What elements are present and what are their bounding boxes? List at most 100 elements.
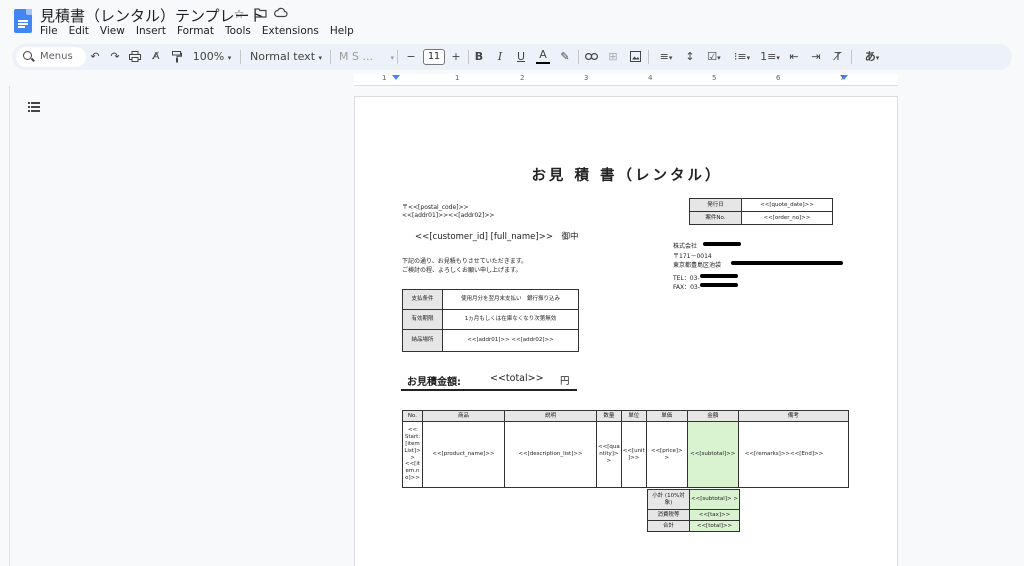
ruler-number: 2 (520, 74, 525, 82)
items-header-cell: 商品 (422, 410, 505, 422)
decrease-font-size-button[interactable]: − (405, 44, 417, 70)
search-menus-button[interactable]: Menus (16, 47, 86, 67)
left-indent-marker-icon[interactable] (392, 75, 400, 80)
insert-link-icon[interactable] (584, 44, 598, 70)
items-header-cell: 金額 (686, 410, 739, 422)
item-cell: <<[subtotal]>> (686, 421, 739, 488)
summary-value: <<[subtotal]> > (689, 489, 740, 510)
total-value: <<total>> (490, 373, 544, 384)
undo-icon[interactable]: ↶ (88, 44, 102, 70)
menu-edit[interactable]: Edit (69, 25, 89, 37)
chevron-down-icon: ▾ (227, 54, 232, 62)
ruler-number: 1 (382, 74, 387, 82)
move-folder-icon[interactable] (253, 7, 267, 21)
print-icon[interactable] (128, 44, 142, 70)
menu-file[interactable]: File (40, 25, 58, 37)
menu-view[interactable]: View (100, 25, 125, 37)
chevron-down-icon: ▾ (875, 54, 880, 62)
issue-date-label: 発行日 (689, 198, 742, 212)
terms-label: 納品場所 (402, 329, 443, 352)
insert-image-icon[interactable] (628, 44, 642, 70)
vertical-ruler[interactable] (0, 86, 10, 566)
spellcheck-icon[interactable]: A̸ (149, 44, 163, 70)
ruler-number: 5 (712, 74, 717, 82)
paint-format-icon[interactable] (170, 44, 184, 70)
terms-value: 使用月分を翌月末支払い 銀行振り込み (442, 289, 579, 310)
case-no-value: <<[order_no]>> (741, 211, 833, 225)
item-cell: <<[remarks]>><<[End]>> (737, 421, 850, 488)
align-left-icon[interactable]: ≡▾ (655, 44, 677, 70)
terms-label: 支払条件 (402, 289, 443, 310)
summary-table: 小計 (10%対象) <<[subtotal]> > 消費税等 <<[tax]>… (647, 489, 740, 532)
ruler-number: 4 (648, 74, 653, 82)
menu-help[interactable]: Help (330, 25, 354, 37)
items-header-cell: 単価 (645, 410, 688, 422)
toolbar: Menus ↶ ↷ A̸ 100% ▾ Normal text ▾ M S ..… (12, 44, 1012, 70)
document-outline-icon[interactable] (28, 102, 40, 112)
bulleted-list-icon[interactable]: ⁝≡▾ (730, 44, 754, 70)
font-select[interactable]: M S ... ▾ (339, 44, 399, 70)
line-spacing-icon[interactable]: ↕ (682, 44, 698, 70)
company-postal: 〒171－0014 (673, 253, 712, 260)
redaction-mark (703, 242, 741, 246)
items-header-cell: No. (402, 410, 423, 422)
company-name: 株式会社 (673, 243, 698, 250)
document-title[interactable]: 見積書（レンタル）テンプレート (40, 5, 265, 26)
clear-formatting-icon[interactable]: T̸ (831, 44, 845, 70)
terms-value: <<[addr01]>> <<[addr02]>> (442, 329, 579, 352)
add-comment-icon[interactable]: ⊞ (606, 44, 620, 70)
document-page[interactable]: お見 積 書（レンタル） 〒<<[postal_code]>> <<[addr0… (354, 96, 898, 566)
italic-button[interactable]: I (493, 44, 507, 70)
underline-button[interactable]: U (514, 44, 528, 70)
zoom-select[interactable]: 100% ▾ (192, 44, 232, 70)
items-table: No. 商品 説明 数量 単位 単価 金額 備考 << Start: [item… (402, 410, 850, 488)
decrease-indent-icon[interactable]: ⇤ (787, 44, 801, 70)
menu-extensions[interactable]: Extensions (262, 25, 319, 37)
summary-value: <<[total]>> (689, 520, 740, 532)
menu-format[interactable]: Format (177, 25, 214, 37)
terms-value: 1ヵ月もしくは在庫なくなり次第無効 (442, 309, 579, 330)
style-select[interactable]: Normal text ▾ (250, 44, 326, 70)
title-bar: 見積書（レンタル）テンプレート ☆ File Edit View Insert … (0, 0, 1024, 42)
item-cell: <<[price]> > (645, 421, 688, 488)
search-icon (23, 51, 32, 60)
menu-insert[interactable]: Insert (136, 25, 166, 37)
checklist-icon[interactable]: ☑▾ (702, 44, 726, 70)
item-cell: <<[description_list]>> (504, 421, 597, 488)
items-header-cell: 単位 (620, 410, 647, 422)
company-tel: TEL：03- (673, 275, 700, 282)
items-header-cell: 数量 (596, 410, 622, 422)
numbered-list-icon[interactable]: 1≡▾ (758, 44, 782, 70)
bold-button[interactable]: B (472, 44, 486, 70)
terms-label: 有効期限 (402, 309, 443, 330)
chevron-down-icon: ▾ (318, 54, 323, 62)
menu-tools[interactable]: Tools (225, 25, 251, 37)
items-header-cell: 備考 (737, 410, 850, 422)
quote-title: お見 積 書（レンタル） (531, 168, 723, 184)
terms-table: 支払条件 使用月分を翌月末支払い 銀行振り込み 有効期限 1ヵ月もしくは在庫なく… (402, 289, 579, 352)
greeting-line-1: 下記の通り、お見積もりさせていただきます。 (402, 258, 528, 265)
horizontal-ruler[interactable]: 1 1 2 3 4 5 6 7 (354, 74, 898, 86)
total-label: お見積金額: (407, 377, 461, 388)
company-fax: FAX：03- (673, 284, 700, 291)
menu-bar: File Edit View Insert Format Tools Exten… (40, 25, 354, 37)
increase-font-size-button[interactable]: + (450, 44, 462, 70)
table-row: << Start: [item List]> ><<[it em.n o]>> … (402, 421, 850, 488)
docs-logo-icon[interactable] (14, 9, 32, 33)
postal-code: 〒<<[postal_code]>> (402, 204, 469, 211)
redo-icon[interactable]: ↷ (108, 44, 122, 70)
text-color-button[interactable]: A (536, 44, 550, 64)
redaction-mark (700, 274, 738, 278)
redaction-mark (731, 261, 843, 265)
ruler-number: 6 (776, 74, 781, 82)
highlight-pen-icon[interactable]: ✎ (558, 44, 572, 70)
input-tools-button[interactable]: あ▾ (860, 44, 884, 70)
google-docs-window: 見積書（レンタル）テンプレート ☆ File Edit View Insert … (0, 0, 1024, 566)
customer-address: <<[addr01]>><<[addr02]>> (402, 212, 495, 219)
font-size-input[interactable]: 11 (423, 49, 445, 65)
increase-indent-icon[interactable]: ⇥ (809, 44, 823, 70)
cloud-saved-icon[interactable] (274, 7, 288, 21)
issue-info-table: 発行日 <<[quote_date]>> 案件No. <<[order_no]>… (689, 198, 833, 225)
star-icon[interactable]: ☆ (232, 7, 246, 21)
chevron-down-icon: ▾ (390, 54, 394, 62)
